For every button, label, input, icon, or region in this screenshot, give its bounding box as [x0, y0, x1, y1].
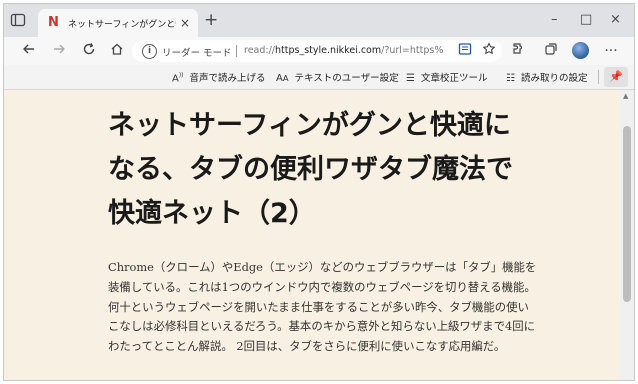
vertical-scrollbar[interactable]: ▲ — [620, 90, 634, 380]
pin-icon[interactable]: 📌 — [604, 67, 628, 87]
close-window-button[interactable]: × — [610, 12, 621, 28]
navigation-toolbar: i リーダー モード read://https_style.nikkei.com… — [4, 37, 634, 65]
address-bar[interactable]: i リーダー モード read://https_style.nikkei.com… — [132, 40, 502, 62]
extensions-icon[interactable] — [510, 42, 528, 60]
article-body: Chrome（クローム）やEdge（エッジ）などのウェブブラウザーは「タブ」機能… — [108, 260, 537, 354]
tab-close-icon[interactable]: × — [180, 16, 190, 30]
text-preferences-button[interactable]: AA テキストのユーザー設定 — [276, 70, 399, 84]
read-aloud-button[interactable]: A)) 音声で読み上げる — [172, 70, 266, 84]
back-arrow-icon[interactable] — [20, 42, 38, 60]
scroll-up-icon[interactable]: ▲ — [623, 92, 628, 100]
read-aloud-icon: A)) — [172, 71, 184, 84]
minimize-button[interactable]: – — [551, 12, 558, 28]
info-icon[interactable]: i — [142, 44, 157, 59]
reading-preferences-button[interactable]: ☷ 読み取りの設定 — [506, 70, 587, 84]
address-divider — [236, 45, 237, 57]
collections-icon[interactable] — [542, 42, 560, 60]
article-title: ネットサーフィンがグンと快適になる、タブの便利ワザタブ魔法で快適ネット（2） — [108, 110, 513, 229]
text-preferences-icon: AA — [276, 73, 289, 84]
grammar-tools-button[interactable]: ☰ 文章校正ツール — [406, 70, 487, 84]
reader-content: ネットサーフィンがグンと快適になる、タブの便利ワザタブ魔法で快適ネット（2） C… — [4, 90, 620, 380]
scroll-thumb[interactable] — [623, 126, 631, 302]
reader-mode-icon[interactable] — [458, 42, 472, 62]
maximize-button[interactable]: □ — [580, 12, 592, 28]
refresh-icon[interactable] — [80, 42, 98, 60]
new-tab-button[interactable]: + — [204, 11, 218, 29]
more-icon[interactable]: ··· — [602, 42, 620, 60]
home-icon[interactable] — [108, 42, 126, 60]
url-text[interactable]: read://https_style.nikkei.com/?url=https… — [244, 45, 444, 56]
add-favorite-icon[interactable] — [482, 42, 496, 62]
toolbar-divider — [598, 70, 599, 84]
nikkei-favicon-icon: N — [48, 15, 59, 30]
active-tab[interactable]: N ネットサーフィンがグンと快適になる、タ × — [38, 9, 198, 37]
tab-title: ネットサーフィンがグンと快適になる、タ — [68, 20, 176, 30]
forward-arrow-icon[interactable] — [50, 42, 68, 60]
tab-strip: N ネットサーフィンがグンと快適になる、タ × + – □ × — [4, 4, 634, 37]
reading-preferences-icon: ☷ — [506, 73, 515, 84]
browser-window: N ネットサーフィンがグンと快適になる、タ × + – □ × i リーダー モ… — [3, 3, 635, 381]
reader-toolbar: A)) 音声で読み上げる AA テキストのユーザー設定 ☰ 文章校正ツール ☷ 読み取り… — [4, 65, 634, 90]
profile-avatar[interactable] — [572, 42, 589, 59]
grammar-tools-icon: ☰ — [406, 73, 415, 84]
tab-actions-icon[interactable] — [10, 12, 28, 30]
reader-mode-label: リーダー モード — [162, 48, 232, 59]
